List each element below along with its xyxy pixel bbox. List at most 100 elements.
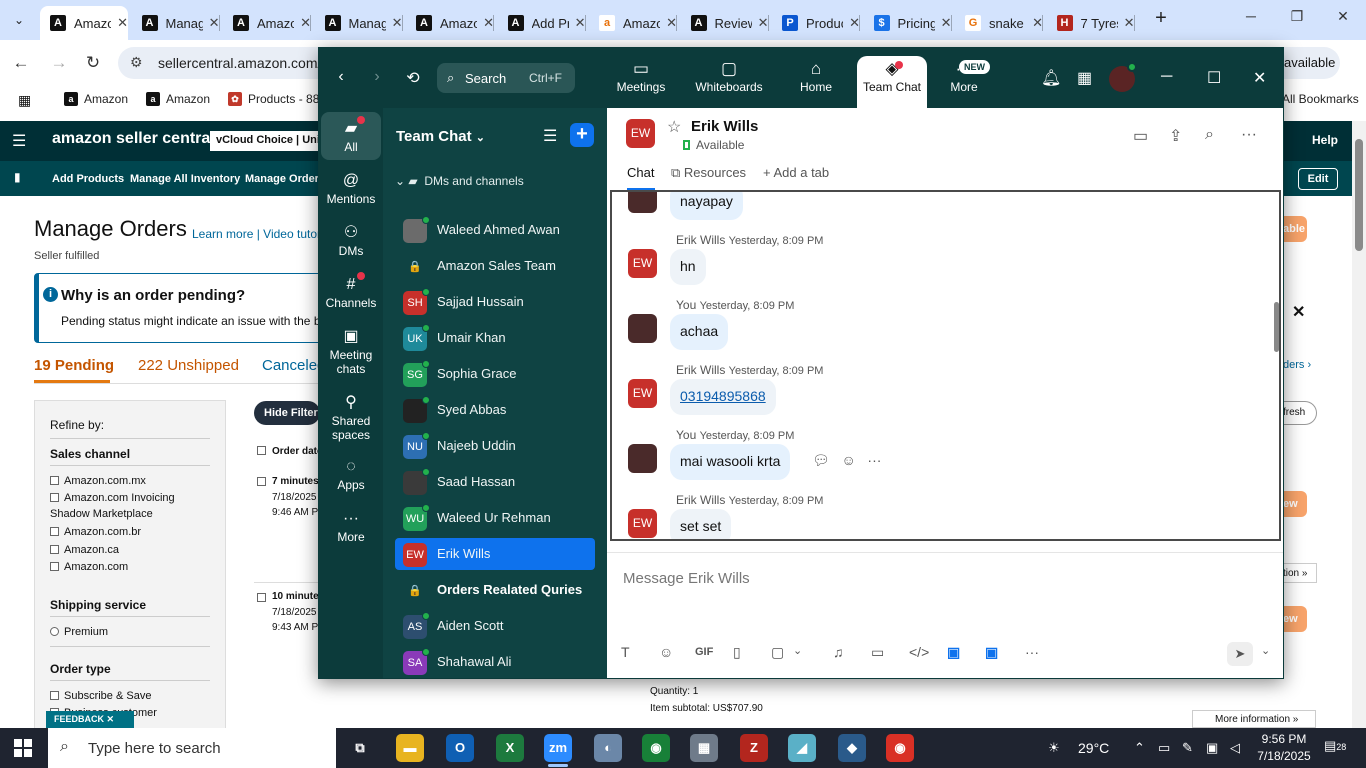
feedback-button[interactable]: FEEDBACK ✕ (46, 711, 134, 728)
learn-more-link[interactable]: Learn more (192, 227, 253, 241)
bell-icon[interactable]: 🔔︎ (1041, 68, 1061, 88)
pen-icon[interactable]: ✎ (1182, 740, 1193, 756)
emoji-icon[interactable]: ☺ (659, 644, 673, 660)
browser-tab[interactable]: AManage✕ (315, 6, 403, 40)
tab-team-chat[interactable]: ◈ Team Chat (857, 56, 927, 108)
tab-search-button[interactable]: ⌄ (6, 8, 32, 32)
rail-shared-spaces[interactable]: ⚲ Shared spaces (321, 392, 381, 442)
forward-arrow-icon[interactable]: › (367, 68, 387, 86)
channel-filter[interactable]: Amazon.com.mx (50, 475, 146, 487)
browser-tab[interactable]: Gsnake ✕ (955, 6, 1043, 40)
browser-tab[interactable]: AManage Orders✕ (132, 6, 220, 40)
channel-filter[interactable]: Amazon.ca (50, 544, 119, 556)
reply-icon[interactable]: 💬︎ (812, 452, 830, 468)
avatar[interactable] (628, 192, 657, 213)
contact-item[interactable]: WU Waleed Ur Rehman (395, 502, 595, 534)
more-icon[interactable]: ··· (1025, 644, 1039, 660)
zoom-icon[interactable]: zm (544, 734, 572, 762)
excel-icon[interactable]: X (496, 734, 524, 762)
volume-icon[interactable]: ◁ (1230, 740, 1240, 756)
video-call-icon[interactable]: ▭ (1133, 126, 1148, 146)
share-screen-icon[interactable]: ⇪ (1169, 126, 1182, 146)
close-icon[interactable]: ✕ (1292, 302, 1305, 322)
nav-manage-inventory[interactable]: Manage All Inventory (130, 173, 240, 185)
file-explorer-icon[interactable]: ▬ (396, 734, 424, 762)
send-icon[interactable]: ➤ (1227, 642, 1253, 666)
message-bubble[interactable]: achaa (670, 314, 729, 350)
avatar[interactable] (628, 444, 657, 473)
chevron-down-icon[interactable]: ⌄ (793, 644, 802, 657)
reload-icon[interactable]: ↻ (82, 52, 104, 74)
back-arrow-icon[interactable]: ← (10, 52, 32, 74)
order-checkbox[interactable] (257, 593, 266, 602)
contact-item[interactable]: SH Sajjad Hussain (395, 286, 595, 318)
more-icon[interactable]: ··· (867, 452, 881, 468)
weather-icon[interactable]: ☀ (1048, 740, 1060, 756)
orders-link[interactable]: ders › (1283, 359, 1311, 371)
new-chat-button[interactable]: + (570, 123, 594, 147)
battery-icon[interactable]: ▭ (1158, 740, 1170, 756)
message-bubble[interactable]: nayapay (670, 192, 743, 220)
tab-chat[interactable]: Chat (627, 165, 654, 180)
gif-icon[interactable]: GIF (695, 646, 713, 658)
browser-tab[interactable]: AAmazon✕ (40, 6, 128, 40)
app-icon[interactable]: ◢ (788, 734, 816, 762)
refresh-button[interactable]: fresh (1283, 401, 1317, 425)
code-icon[interactable]: </> (909, 644, 929, 660)
add-tab-button[interactable]: + Add a tab (763, 165, 829, 180)
address-bar[interactable]: ⚙ sellercentral.amazon.com/ (118, 47, 328, 79)
avatar[interactable]: EW (628, 509, 657, 538)
app-icon[interactable]: ◆ (838, 734, 866, 762)
windows-start-icon[interactable] (14, 739, 32, 757)
app-icon[interactable]: ▣ (947, 644, 960, 661)
browser-tab[interactable]: AAmazon✕ (406, 6, 494, 40)
notifications-icon[interactable]: ▤28 (1324, 738, 1346, 754)
clock-date[interactable]: 7/18/2025 (1256, 749, 1312, 763)
contact-item[interactable]: 🔒 Amazon Sales Team (395, 250, 595, 282)
hide-filters-button[interactable]: Hide Filters (254, 401, 320, 425)
view-order-button[interactable]: ew (1283, 491, 1307, 517)
tab-close-icon[interactable]: ✕ (117, 15, 128, 31)
message-bubble[interactable]: 03194895868 (670, 379, 776, 415)
dms-and-channels-group[interactable]: ⌄ ▰ DMs and channels (395, 174, 524, 188)
rail-mentions[interactable]: @ Mentions (321, 170, 381, 206)
tab-whiteboards[interactable]: ▢ Whiteboards (687, 56, 771, 108)
contact-item[interactable]: AS Aiden Scott (395, 610, 595, 642)
scroll-thumb[interactable] (1355, 139, 1363, 251)
channel-filter[interactable]: Amazon.com (50, 561, 128, 573)
marketplace-selector[interactable]: vCloud Choice | Uni (210, 131, 320, 151)
nav-add-products[interactable]: Add Products (52, 173, 124, 185)
forward-arrow-icon[interactable]: → (48, 52, 70, 74)
order-date-header[interactable]: Order date (272, 446, 323, 457)
browser-tab[interactable]: AAdd Products✕ (498, 6, 586, 40)
contact-item[interactable]: EW Erik Wills (395, 538, 595, 570)
browser-tab[interactable]: PProducts✕ (772, 6, 860, 40)
microphone-icon[interactable]: ♫ (833, 644, 844, 660)
contact-item[interactable]: NU Najeeb Uddin (395, 430, 595, 462)
star-icon[interactable]: ☆ (667, 117, 681, 137)
phone-link[interactable]: 03194895868 (680, 388, 766, 404)
browser-tab[interactable]: aAmazon✕ (589, 6, 677, 40)
help-link[interactable]: Help (1312, 133, 1338, 147)
chevron-down-icon[interactable]: ⌄ (1261, 644, 1270, 657)
search-icon[interactable]: ⌕ (1205, 126, 1214, 144)
rail-all[interactable]: ▰ All (321, 112, 381, 160)
amazon-seller-central-logo[interactable]: amazon seller central (52, 130, 215, 148)
edit-nav-button[interactable]: Edit (1298, 168, 1338, 190)
browser-tab[interactable]: AAmazon✕ (223, 6, 311, 40)
app-icon[interactable]: ◐ (594, 734, 622, 762)
more-options-icon[interactable]: ··· (1241, 126, 1257, 144)
taskbar-search[interactable]: ⌕ Type here to search (48, 728, 336, 768)
bookmark-item[interactable]: ✿ Products - 88 (228, 92, 319, 106)
team-chat-dropdown[interactable]: Team Chat ⌄ (396, 128, 485, 145)
chrome-icon[interactable]: ◉ (886, 734, 914, 762)
browser-restore-button[interactable]: ❐ (1282, 8, 1312, 25)
calculator-icon[interactable]: ▦ (690, 734, 718, 762)
avatar[interactable]: EW (626, 119, 655, 148)
tab-canceled[interactable]: Canceled (262, 357, 325, 374)
video-tutorial-link[interactable]: Video tutori (263, 227, 324, 241)
message-input[interactable]: Message Erik Wills (623, 570, 750, 587)
view-order-button[interactable]: ew (1283, 606, 1307, 632)
apps-grid-icon[interactable]: ▦ (18, 92, 31, 109)
contact-item[interactable]: 🔒 Orders Realated Quries (395, 574, 595, 606)
